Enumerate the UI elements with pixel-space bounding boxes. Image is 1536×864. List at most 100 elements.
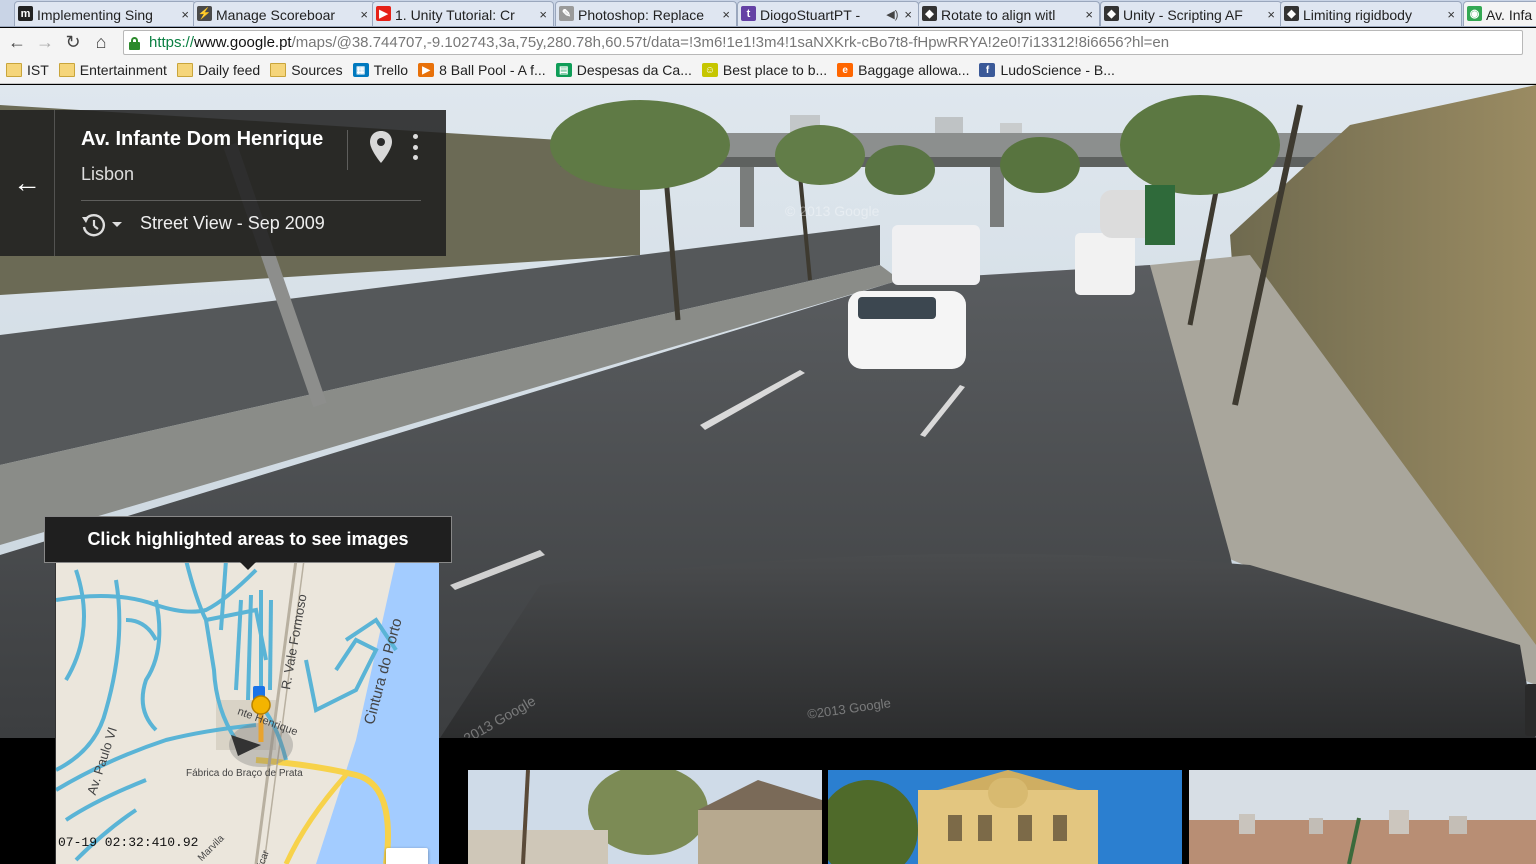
exit-street-view-button[interactable]: ← [0, 110, 55, 256]
tab-favicon-icon: ◆ [1284, 6, 1299, 21]
tab-title: DiogoStuartPT - [760, 6, 861, 23]
close-tab-icon[interactable]: × [360, 7, 368, 22]
bookmark-label: Entertainment [79, 62, 167, 78]
copyright-watermark: © 2013 Google [785, 203, 880, 219]
tab-favicon-icon: ◉ [1467, 6, 1482, 21]
folder-icon [6, 63, 22, 77]
home-button[interactable]: ⌂ [87, 30, 115, 56]
close-tab-icon[interactable]: × [904, 7, 912, 22]
browser-tab[interactable]: ⚡ Manage Scoreboar × [193, 1, 375, 26]
back-arrow-icon: ← [13, 167, 41, 198]
forward-arrow-icon: → [36, 32, 54, 52]
browser-tab[interactable]: ✎ Photoshop: Replace × [555, 1, 737, 26]
folder-icon [270, 63, 287, 77]
photo-thumbnail[interactable] [468, 770, 822, 864]
address-bar[interactable]: https://www.google.pt/maps/@38.744707,-9… [123, 30, 1523, 55]
bookmark-item[interactable]: f LudoScience - B... [979, 62, 1115, 78]
back-arrow-icon: ← [8, 32, 26, 52]
url-host: www.google.pt [194, 34, 292, 51]
more-options-icon[interactable] [405, 130, 425, 164]
bookmark-item[interactable]: e Baggage allowa... [837, 62, 969, 78]
speaker-icon[interactable]: ◀) [886, 8, 898, 21]
browser-tab[interactable]: ◆ Limiting rigidbody × [1280, 1, 1462, 26]
reload-button[interactable]: ↻ [59, 30, 87, 56]
minimap[interactable]: R. Vale Formoso Cintura do Porto Av. Pau… [55, 560, 439, 864]
browser-tab[interactable]: ◆ Rotate to align witl × [918, 1, 1100, 26]
bookmark-label: IST [27, 62, 49, 78]
tab-favicon-icon: ◆ [922, 6, 937, 21]
tab-favicon-icon: t [741, 6, 756, 21]
zoom-control[interactable] [386, 848, 428, 864]
tab-title: Rotate to align witl [941, 6, 1056, 23]
browser-tab[interactable]: ◉ Av. Infa [1463, 1, 1536, 26]
bookmark-label: Daily feed [197, 62, 261, 78]
photo-thumbnail[interactable] [828, 770, 1182, 864]
place-title: Av. Infante Dom Henrique [81, 128, 324, 150]
bookmark-item[interactable]: Sources [270, 62, 343, 78]
close-tab-icon[interactable]: × [1085, 7, 1093, 22]
place-subtitle: Lisbon [81, 164, 135, 184]
browser-tab[interactable]: t DiogoStuartPT - ◀) × [737, 1, 919, 26]
forward-button[interactable]: → [31, 30, 59, 56]
tab-title: Implementing Sing [37, 6, 153, 23]
bookmark-item[interactable]: Daily feed [176, 62, 261, 78]
tab-strip: m Implementing Sing × ⚡ Manage Scoreboar × ▶ 1.… [0, 0, 1536, 27]
url-scheme: https:// [149, 34, 195, 51]
bookmark-item[interactable]: Entertainment [58, 62, 167, 78]
close-tab-icon[interactable]: × [181, 7, 189, 22]
map-pin-icon[interactable] [368, 130, 394, 171]
tab-title: Unity - Scripting AF [1123, 6, 1243, 23]
bookmark-label: Despesas da Ca... [576, 62, 692, 78]
photo-thumbnail[interactable] [1189, 770, 1536, 864]
tab-title: Limiting rigidbody [1303, 6, 1412, 23]
browser-toolbar: ← → ↻ ⌂ https://www.google.pt/maps/@38.7… [0, 28, 1536, 57]
minimap-tooltip: Click highlighted areas to see images [44, 516, 452, 563]
tab-favicon-icon: ⚡ [197, 6, 212, 21]
tab-favicon-icon: m [18, 6, 33, 21]
close-tab-icon[interactable]: × [539, 7, 547, 22]
url-path: /maps/@38.744707,-9.102743,3a,75y,280.78… [291, 34, 1170, 51]
browser-tab[interactable]: ◆ Unity - Scripting AF × [1100, 1, 1282, 26]
frame-timestamp: 07-19 02:32:410.92 [58, 835, 199, 850]
easyjet-icon: e [837, 63, 854, 77]
facebook-icon: f [979, 63, 996, 77]
bookmark-label: Trello [373, 62, 409, 78]
tab-favicon-icon: ▶ [376, 6, 391, 21]
map-label: Fábrica do Braço de Prata [186, 768, 303, 779]
home-icon: ⌂ [95, 32, 107, 52]
bookmark-item[interactable]: ☺ Best place to b... [701, 62, 827, 78]
bookmark-item[interactable]: ▤ Despesas da Ca... [555, 62, 692, 78]
close-tab-icon[interactable]: × [1267, 7, 1275, 22]
bookmark-item[interactable]: ▶ 8 Ball Pool - A f... [418, 62, 546, 78]
time-travel-icon[interactable] [80, 211, 108, 244]
chevron-down-icon[interactable] [112, 222, 122, 227]
bookmark-label: 8 Ball Pool - A f... [439, 62, 546, 78]
divider [347, 130, 348, 170]
bookmark-item[interactable]: ▦ Trello [352, 62, 409, 78]
tab-title: Manage Scoreboar [216, 6, 336, 23]
bookmark-item[interactable]: IST [6, 62, 49, 78]
browser-tab[interactable]: m Implementing Sing × [14, 1, 196, 26]
tab-favicon-icon: ◆ [1104, 6, 1119, 21]
bookmark-label: Sources [291, 62, 343, 78]
tab-favicon-icon: ✎ [559, 6, 574, 21]
play-icon: ▶ [418, 63, 435, 77]
bookmark-label: Baggage allowa... [858, 62, 970, 78]
sheets-icon: ▤ [555, 63, 572, 77]
street-view-date: Street View - Sep 2009 [140, 213, 325, 233]
divider [81, 200, 421, 201]
bookmark-label: LudoScience - B... [1000, 62, 1115, 78]
tab-title: 1. Unity Tutorial: Cr [395, 6, 515, 23]
tooltip-text: Click highlighted areas to see images [87, 529, 409, 549]
browser-tab[interactable]: ▶ 1. Unity Tutorial: Cr × [372, 1, 554, 26]
back-button[interactable]: ← [3, 30, 31, 56]
reload-icon: ↻ [65, 32, 81, 52]
folder-icon [58, 63, 75, 77]
tab-title: Photoshop: Replace [578, 6, 705, 23]
tooltip-pointer [240, 562, 256, 570]
close-tab-icon[interactable]: × [1447, 7, 1455, 22]
smiley-icon: ☺ [701, 63, 718, 77]
trello-icon: ▦ [352, 63, 369, 77]
close-tab-icon[interactable]: × [722, 7, 730, 22]
side-panel-handle[interactable] [1525, 684, 1536, 736]
